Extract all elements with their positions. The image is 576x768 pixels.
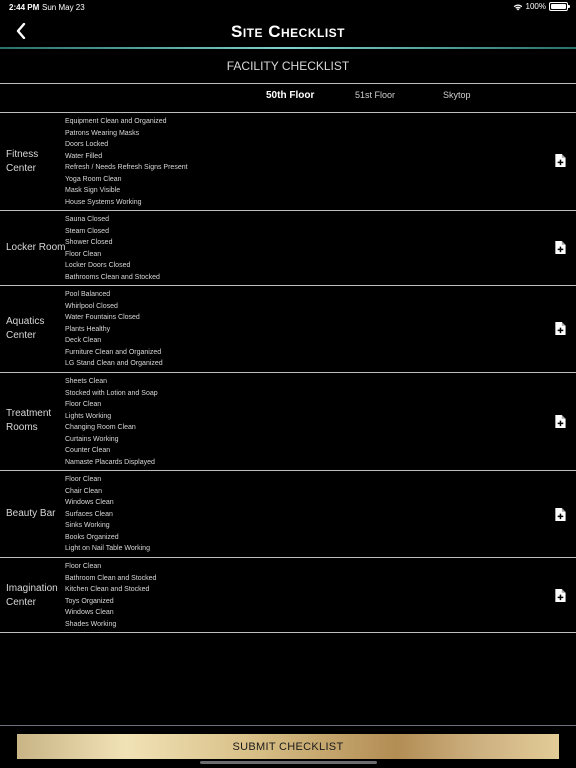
row-items: Floor Clean Bathroom Clean and Stocked K… bbox=[65, 561, 156, 630]
wifi-icon bbox=[513, 3, 522, 10]
divider bbox=[0, 372, 576, 373]
divider bbox=[0, 83, 576, 84]
checklist-item: Windows Clean bbox=[65, 609, 114, 616]
row-label: Aquatics Center bbox=[6, 316, 45, 341]
checklist-item: Sinks Working bbox=[65, 522, 110, 529]
status-date: Sun May 23 bbox=[42, 3, 85, 12]
row-label: Fitness Center bbox=[6, 149, 39, 174]
checklist-item: Floor Clean bbox=[65, 476, 102, 483]
checklist-item: Toys Organized bbox=[65, 597, 114, 605]
divider bbox=[0, 557, 576, 558]
battery-icon bbox=[549, 2, 570, 11]
checklist-item: Water Filled bbox=[65, 152, 103, 160]
checklist-item: House Systems Working bbox=[65, 198, 142, 206]
checklist-item: Kitchen Clean and Stocked bbox=[65, 586, 150, 593]
checklist-item: Bathroom Clean and Stocked bbox=[65, 574, 157, 582]
battery-percent: 100% bbox=[525, 2, 546, 11]
add-document-icon[interactable] bbox=[554, 415, 566, 428]
checklist-item: Doors Locked bbox=[65, 141, 109, 148]
add-document-icon[interactable] bbox=[554, 154, 566, 167]
checklist-item: LG Stand Clean and Organized bbox=[65, 360, 163, 367]
checklist-item: Shades Working bbox=[65, 620, 117, 628]
checklist-item: Books Organized bbox=[65, 533, 119, 541]
checklist-item: Floor Clean bbox=[65, 250, 102, 258]
checklist-item: Furniture Clean and Organized bbox=[65, 348, 162, 356]
divider bbox=[0, 632, 576, 633]
checklist-item: Namaste Placards Displayed bbox=[65, 458, 155, 466]
footer-divider bbox=[0, 725, 576, 726]
submit-checklist-button[interactable]: SUBMIT CHECKLIST bbox=[17, 734, 559, 759]
nav-accent-line bbox=[0, 47, 576, 49]
checklist-item: Counter Clean bbox=[65, 447, 111, 454]
checklist-item: Stocked with Lotion and Soap bbox=[65, 389, 158, 397]
add-document-icon[interactable] bbox=[554, 508, 566, 521]
checklist-item: Equipment Clean and Organized bbox=[65, 118, 167, 125]
row-items: Sheets Clean Stocked with Lotion and Soa… bbox=[65, 376, 158, 468]
row-label: Beauty Bar bbox=[6, 508, 56, 519]
status-time: 2:44 PM bbox=[9, 3, 40, 12]
tab-50th-floor[interactable]: 50th Floor bbox=[266, 90, 314, 101]
checklist-item: Floor Clean bbox=[65, 563, 102, 570]
checklist-item: Yoga Room Clean bbox=[65, 175, 122, 183]
status-right: 100% bbox=[513, 2, 570, 11]
add-document-icon[interactable] bbox=[554, 322, 566, 335]
checklist-item: Plants Healthy bbox=[65, 325, 111, 333]
checklist-item: Water Fountains Closed bbox=[65, 314, 140, 321]
checklist-item: Sauna Closed bbox=[65, 216, 109, 223]
checklist-item: Curtains Working bbox=[65, 435, 119, 443]
home-indicator bbox=[200, 761, 377, 764]
checklist-item: Patrons Wearing Masks bbox=[65, 129, 140, 137]
checklist-item: Whirlpool Closed bbox=[65, 302, 118, 310]
row-items: Sauna Closed Steam Closed Shower Closed … bbox=[65, 214, 160, 283]
divider bbox=[0, 210, 576, 211]
nav-bar: Site Checklist bbox=[0, 14, 576, 48]
divider bbox=[0, 470, 576, 471]
row-items: Pool Balanced Whirlpool Closed Water Fou… bbox=[65, 289, 163, 370]
checklist-item: Sheets Clean bbox=[65, 378, 108, 385]
checklist-item: Lights Working bbox=[65, 412, 112, 420]
tab-skytop[interactable]: Skytop bbox=[443, 90, 471, 100]
checklist-item: Refresh / Needs Refresh Signs Present bbox=[65, 164, 188, 171]
checklist-item: Changing Room Clean bbox=[65, 424, 136, 431]
add-document-icon[interactable] bbox=[554, 241, 566, 254]
floor-tabs: 50th Floor 51st Floor Skytop bbox=[0, 90, 576, 106]
section-title: FACILITY CHECKLIST bbox=[226, 59, 350, 73]
checklist-item: Mask Sign Visible bbox=[65, 187, 121, 194]
checklist-item: Chair Clean bbox=[65, 487, 102, 495]
checklist-item: Shower Closed bbox=[65, 239, 113, 246]
checklist-item: Pool Balanced bbox=[65, 291, 111, 298]
page-title: Site Checklist bbox=[230, 22, 345, 41]
checklist-item: Locker Doors Closed bbox=[65, 262, 131, 269]
checklist-item: Floor Clean bbox=[65, 401, 102, 408]
divider bbox=[0, 112, 576, 113]
tab-51st-floor[interactable]: 51st Floor bbox=[355, 90, 395, 100]
row-label: Treatment Rooms bbox=[6, 408, 52, 433]
checklist-item: Deck Clean bbox=[65, 337, 102, 344]
row-label: Locker Room bbox=[6, 242, 66, 253]
row-items: Equipment Clean and Organized Patrons We… bbox=[65, 116, 188, 208]
row-label: Imagination Center bbox=[6, 583, 58, 608]
checklist-item: Light on Nail Table Working bbox=[65, 545, 150, 552]
checklist-item: Steam Closed bbox=[65, 227, 109, 235]
checklist-item: Bathrooms Clean and Stocked bbox=[65, 273, 160, 281]
add-document-icon[interactable] bbox=[554, 589, 566, 602]
status-bar: 2:44 PM Sun May 23 100% bbox=[0, 0, 576, 14]
divider bbox=[0, 285, 576, 286]
checklist-item: Surfaces Clean bbox=[65, 510, 113, 518]
checklist-item: Windows Clean bbox=[65, 499, 114, 506]
row-items: Floor Clean Chair Clean Windows Clean Su… bbox=[65, 474, 150, 555]
